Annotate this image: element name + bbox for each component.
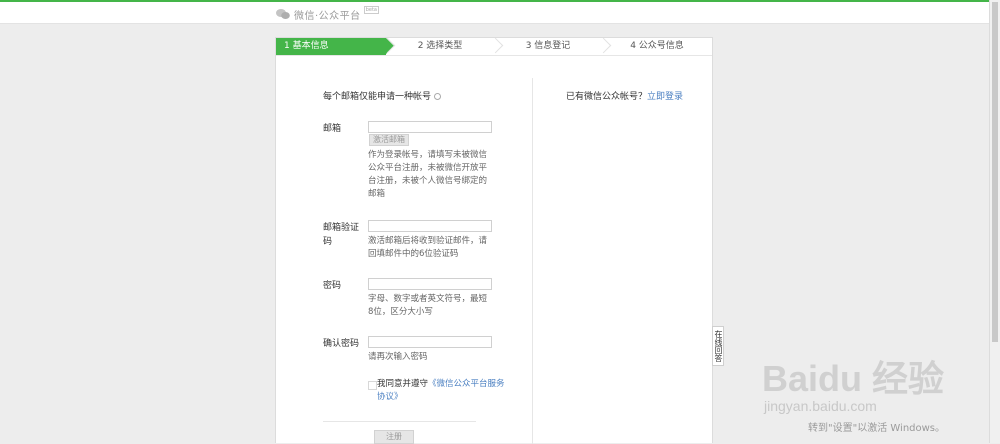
logo-text: 微信·公众平台: [294, 10, 361, 22]
watermark-main: Baidu 经验: [762, 358, 945, 399]
activate-email-button[interactable]: 激活邮箱: [369, 134, 409, 146]
form-notice: 每个邮箱仅能申请一种帐号: [323, 89, 442, 102]
page-scrollbar[interactable]: [989, 0, 1000, 443]
form-divider: [323, 421, 476, 422]
agreement-text: 我同意并遵守《微信公众平台服务协议》: [377, 378, 507, 404]
step-progress: 1 基本信息 2 选择类型 3 信息登记 4 公众号信息: [276, 38, 712, 55]
step-info-register: 3 信息登记: [494, 38, 602, 55]
email-label: 邮箱: [323, 124, 342, 134]
confirm-password-label: 确认密码: [323, 339, 360, 349]
windows-activation-notice: 转到"设置"以激活 Windows。: [808, 423, 946, 434]
email-code-hint: 激活邮箱后将收到验证邮件，请回填邮件中的6位验证码: [368, 236, 488, 259]
online-help-tab[interactable]: 在线回答: [712, 326, 724, 366]
password-label: 密码: [323, 281, 342, 291]
login-link[interactable]: 立即登录: [647, 92, 683, 102]
agree-prefix: 我同意并遵守: [377, 379, 429, 389]
top-bar: 微信·公众平台 beta: [0, 0, 1000, 24]
step-account-info: 4 公众号信息: [602, 38, 712, 55]
step-select-type: 2 选择类型: [386, 38, 494, 55]
registration-card: 1 基本信息 2 选择类型 3 信息登记 4 公众号信息 每个邮箱仅能申请一种帐…: [275, 37, 713, 444]
login-question: 已有微信公众帐号？: [566, 92, 648, 102]
beta-badge: beta: [363, 6, 379, 14]
agree-checkbox[interactable]: [368, 381, 377, 390]
steps-divider: [276, 55, 712, 56]
email-hint: 作为登录帐号，请填写未被微信公众平台注册，未被微信开放平台注册，未被个人微信号绑…: [368, 150, 488, 199]
register-button[interactable]: 注册: [374, 430, 414, 444]
confirm-password-input[interactable]: [368, 336, 492, 348]
watermark-sub: jingyan.baidu.com: [764, 398, 877, 414]
info-icon[interactable]: [434, 93, 442, 100]
confirm-password-hint: 请再次输入密码: [368, 352, 428, 362]
notice-text: 每个邮箱仅能申请一种帐号: [323, 92, 432, 102]
login-prompt: 已有微信公众帐号？立即登录: [566, 89, 683, 102]
column-divider: [532, 78, 533, 444]
password-input[interactable]: [368, 278, 492, 290]
email-code-input[interactable]: [368, 220, 492, 232]
wechat-logo[interactable]: 微信·公众平台 beta: [276, 6, 379, 22]
email-input[interactable]: [368, 121, 492, 133]
email-code-label: 邮箱验证码: [323, 223, 360, 247]
step-basic-info: 1 基本信息: [276, 38, 394, 55]
password-hint: 字母、数字或者英文符号，最短8位，区分大小写: [368, 294, 488, 317]
wechat-icon: [276, 9, 290, 19]
scroll-thumb[interactable]: [992, 2, 998, 342]
